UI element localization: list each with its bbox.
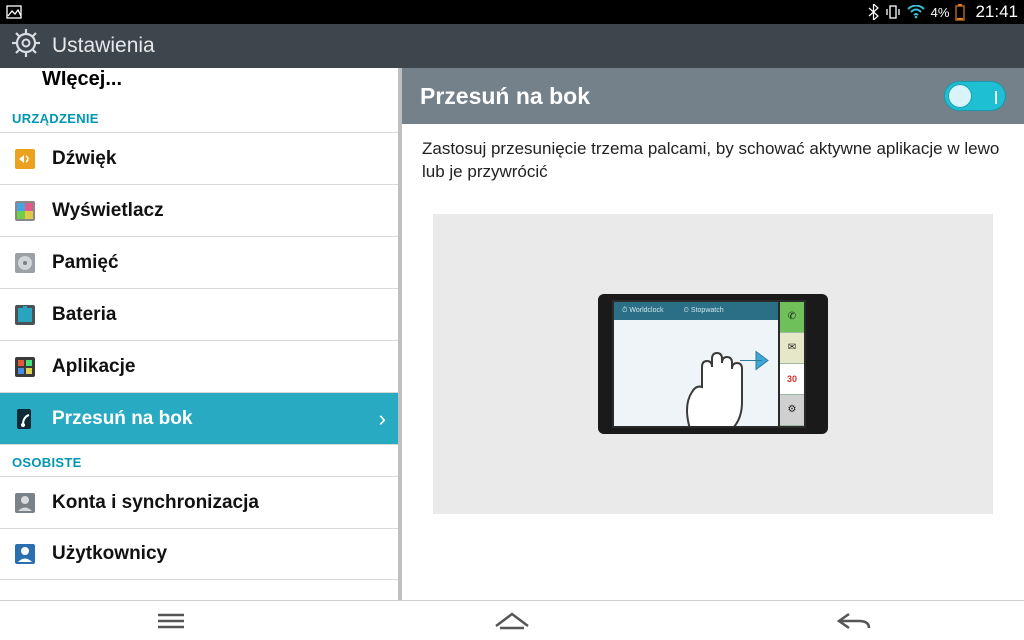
- app-bar: Ustawienia: [0, 24, 1024, 68]
- sidebar-item-battery[interactable]: Bateria: [0, 288, 398, 340]
- sidebar-item-label: Konta i synchronizacja: [52, 492, 259, 514]
- sound-icon: [12, 146, 38, 172]
- toggle-on-indicator: |: [994, 88, 998, 104]
- battery-percent: 4%: [931, 5, 950, 20]
- sidebar-item-more[interactable]: WIęcej...: [0, 68, 398, 103]
- section-header-personal: OSOBISTE: [0, 444, 398, 476]
- sidebar-item-display[interactable]: Wyświetlacz: [0, 184, 398, 236]
- sidebar-item-apps[interactable]: Aplikacje: [0, 340, 398, 392]
- section-header-device: URZĄDZENIE: [0, 103, 398, 132]
- battery-icon: [12, 302, 38, 328]
- battery-icon: [955, 4, 965, 21]
- status-bar: 4% 21:41: [0, 0, 1024, 24]
- content-pane: Przesuń na bok | Zastosuj przesunięcie t…: [402, 68, 1024, 600]
- sidebar-item-label: Bateria: [52, 304, 116, 326]
- accounts-icon: [12, 490, 38, 516]
- image-icon: [6, 5, 22, 19]
- system-nav-bar: [0, 600, 1024, 640]
- sidebar-item-sound[interactable]: Dźwięk: [0, 132, 398, 184]
- sidebar-item-label: Aplikacje: [52, 356, 135, 378]
- sidebar-item-users[interactable]: Użytkownicy: [0, 528, 398, 580]
- sidebar-item-label: Przesuń na bok: [52, 408, 192, 430]
- nav-recent-button[interactable]: [71, 610, 271, 632]
- nav-home-button[interactable]: [412, 610, 612, 632]
- sidebar-item-label: Pamięć: [52, 252, 119, 274]
- nav-back-button[interactable]: [753, 610, 953, 632]
- sidebar-item-slide-aside[interactable]: Przesuń na bok ›: [0, 392, 398, 444]
- sidebar-item-label: Użytkownicy: [52, 543, 167, 565]
- settings-sidebar: WIęcej... URZĄDZENIE Dźwięk Wyświetlacz …: [0, 68, 402, 600]
- toggle-knob: [949, 85, 971, 107]
- gesture-illustration: ⏱ Worldclock ⏲ Stopwatch ✆ ✉ 30: [433, 214, 993, 514]
- chevron-right-icon: ›: [379, 406, 386, 432]
- display-icon: [12, 198, 38, 224]
- sidebar-item-label: Wyświetlacz: [52, 200, 164, 222]
- sidebar-item-accounts[interactable]: Konta i synchronizacja: [0, 476, 398, 528]
- vibrate-icon: [885, 4, 901, 20]
- apps-icon: [12, 354, 38, 380]
- feature-toggle[interactable]: |: [944, 81, 1006, 111]
- storage-icon: [12, 250, 38, 276]
- app-title: Ustawienia: [52, 34, 155, 58]
- settings-gear-icon: [10, 27, 42, 65]
- sidebar-item-storage[interactable]: Pamięć: [0, 236, 398, 288]
- clock-text: 21:41: [975, 2, 1018, 22]
- hand-icon: [672, 347, 762, 428]
- content-title: Przesuń na bok: [420, 83, 590, 110]
- slide-aside-icon: [12, 406, 38, 432]
- content-header: Przesuń na bok |: [402, 68, 1024, 124]
- sidebar-item-label: Dźwięk: [52, 148, 116, 170]
- bluetooth-icon: [868, 4, 879, 20]
- users-icon: [12, 541, 38, 567]
- content-description: Zastosuj przesunięcie trzema palcami, by…: [422, 138, 1004, 184]
- wifi-icon: [907, 5, 925, 19]
